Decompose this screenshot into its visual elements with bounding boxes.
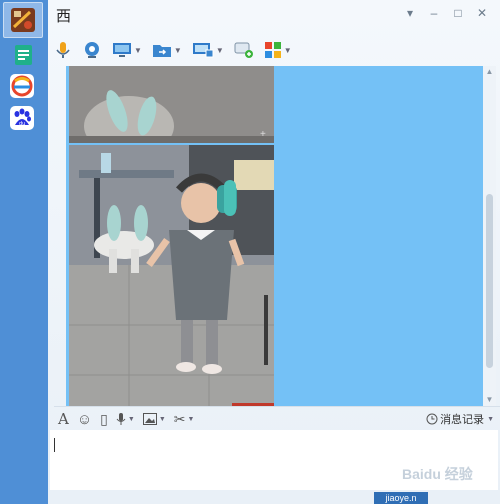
close-icon[interactable]: ✕ xyxy=(470,4,494,22)
chevron-down-icon: ▼ xyxy=(158,415,166,423)
baidu-watermark: Baidu 经验 xyxy=(402,464,492,498)
voice-message-icon xyxy=(116,413,126,425)
font-button[interactable]: A xyxy=(58,410,69,428)
watermark-text: Baidu 经验 xyxy=(402,466,473,482)
shake-window-button[interactable]: ▯ xyxy=(100,411,108,428)
send-file-button[interactable]: ▼ xyxy=(152,41,182,59)
new-discussion-button[interactable] xyxy=(234,41,254,59)
screen-share-icon xyxy=(192,43,214,58)
text-cursor xyxy=(54,438,55,452)
chat-message-area[interactable]: + xyxy=(66,66,483,406)
rail-item-baidu[interactable]: du xyxy=(9,105,35,131)
screenshot-icon: ✂ xyxy=(173,410,186,427)
voice-call-button[interactable] xyxy=(54,40,72,60)
apps-button[interactable]: ▼ xyxy=(264,41,292,59)
chevron-down-icon: ▼ xyxy=(283,45,292,55)
font-icon: A xyxy=(58,410,69,428)
chevron-down-icon: ▼ xyxy=(127,415,135,423)
input-divider xyxy=(54,406,500,407)
app-sidebar: du xyxy=(0,0,49,504)
send-image-button[interactable]: ▼ xyxy=(142,413,166,425)
game-app-icon xyxy=(11,8,35,32)
chair-photo-icon xyxy=(69,66,274,143)
clock-icon xyxy=(426,413,438,425)
remote-desktop-icon xyxy=(113,43,131,57)
voice-call-icon xyxy=(56,42,70,58)
emoji-button[interactable]: ☺ xyxy=(77,411,92,428)
menu-dropdown-icon[interactable]: ▾ xyxy=(398,4,422,22)
rail-item-game[interactable] xyxy=(3,2,43,38)
rail-item-colorful-e[interactable] xyxy=(9,73,35,99)
send-image-icon xyxy=(142,413,157,425)
emoji-icon: ☺ xyxy=(76,410,93,428)
screen-share-button[interactable]: ▼ xyxy=(192,41,224,59)
message-bubble-background xyxy=(274,66,483,406)
minimize-icon[interactable]: – xyxy=(422,4,446,22)
window-controls: ▾ – □ ✕ xyxy=(398,4,494,22)
apps-icon xyxy=(264,42,281,58)
svg-text:du: du xyxy=(19,121,25,127)
chevron-down-icon: ▼ xyxy=(134,45,142,55)
screenshot-button[interactable]: ✂ ▼ xyxy=(174,411,195,428)
colorful-e-app-icon xyxy=(10,74,34,98)
chevron-down-icon: ▼ xyxy=(215,45,224,55)
maximize-icon[interactable]: □ xyxy=(446,4,470,22)
scroll-up-icon[interactable]: ▲ xyxy=(485,68,494,76)
video-call-button[interactable] xyxy=(82,40,102,60)
chevron-down-icon: ▼ xyxy=(187,415,195,423)
message-history-label: 消息记录 xyxy=(440,414,485,426)
remote-desktop-button[interactable]: ▼ xyxy=(112,41,142,59)
chevron-down-icon: ▼ xyxy=(173,45,182,55)
expand-icon[interactable]: + xyxy=(260,130,270,140)
chat-toolbar: ▼ ▼ ▼ ▼ xyxy=(54,38,302,62)
chat-image-2[interactable] xyxy=(69,145,274,406)
voice-message-button[interactable]: ▼ xyxy=(116,412,135,426)
send-file-icon xyxy=(152,45,171,57)
chevron-down-icon: ▼ xyxy=(487,415,494,423)
child-photo-icon xyxy=(69,145,274,406)
new-discussion-icon xyxy=(234,42,253,58)
input-toolbar: A ☺ ▯ ▼ ▼ ✂ ▼ xyxy=(58,410,202,428)
document-app-icon xyxy=(15,45,32,65)
chat-scrollbar[interactable]: ▲ ▼ xyxy=(483,66,496,406)
window-title: 西 xyxy=(56,7,72,25)
baidu-app-icon: du xyxy=(10,106,34,130)
message-history-button[interactable]: 消息记录 ▼ xyxy=(426,411,494,427)
video-call-icon xyxy=(85,42,99,58)
scroll-down-icon[interactable]: ▼ xyxy=(485,396,494,404)
shake-window-icon: ▯ xyxy=(100,410,108,427)
scrollbar-thumb[interactable] xyxy=(486,194,493,368)
chat-image-1[interactable]: + xyxy=(69,66,274,143)
rail-item-document[interactable] xyxy=(11,42,37,68)
chat-window: 西 ▾ – □ ✕ ▼ ▼ ▼ ▼ + ▲ ▼ A ☺ ▯ ▼ ▼ ✂ ▼ 消息… xyxy=(48,0,500,504)
